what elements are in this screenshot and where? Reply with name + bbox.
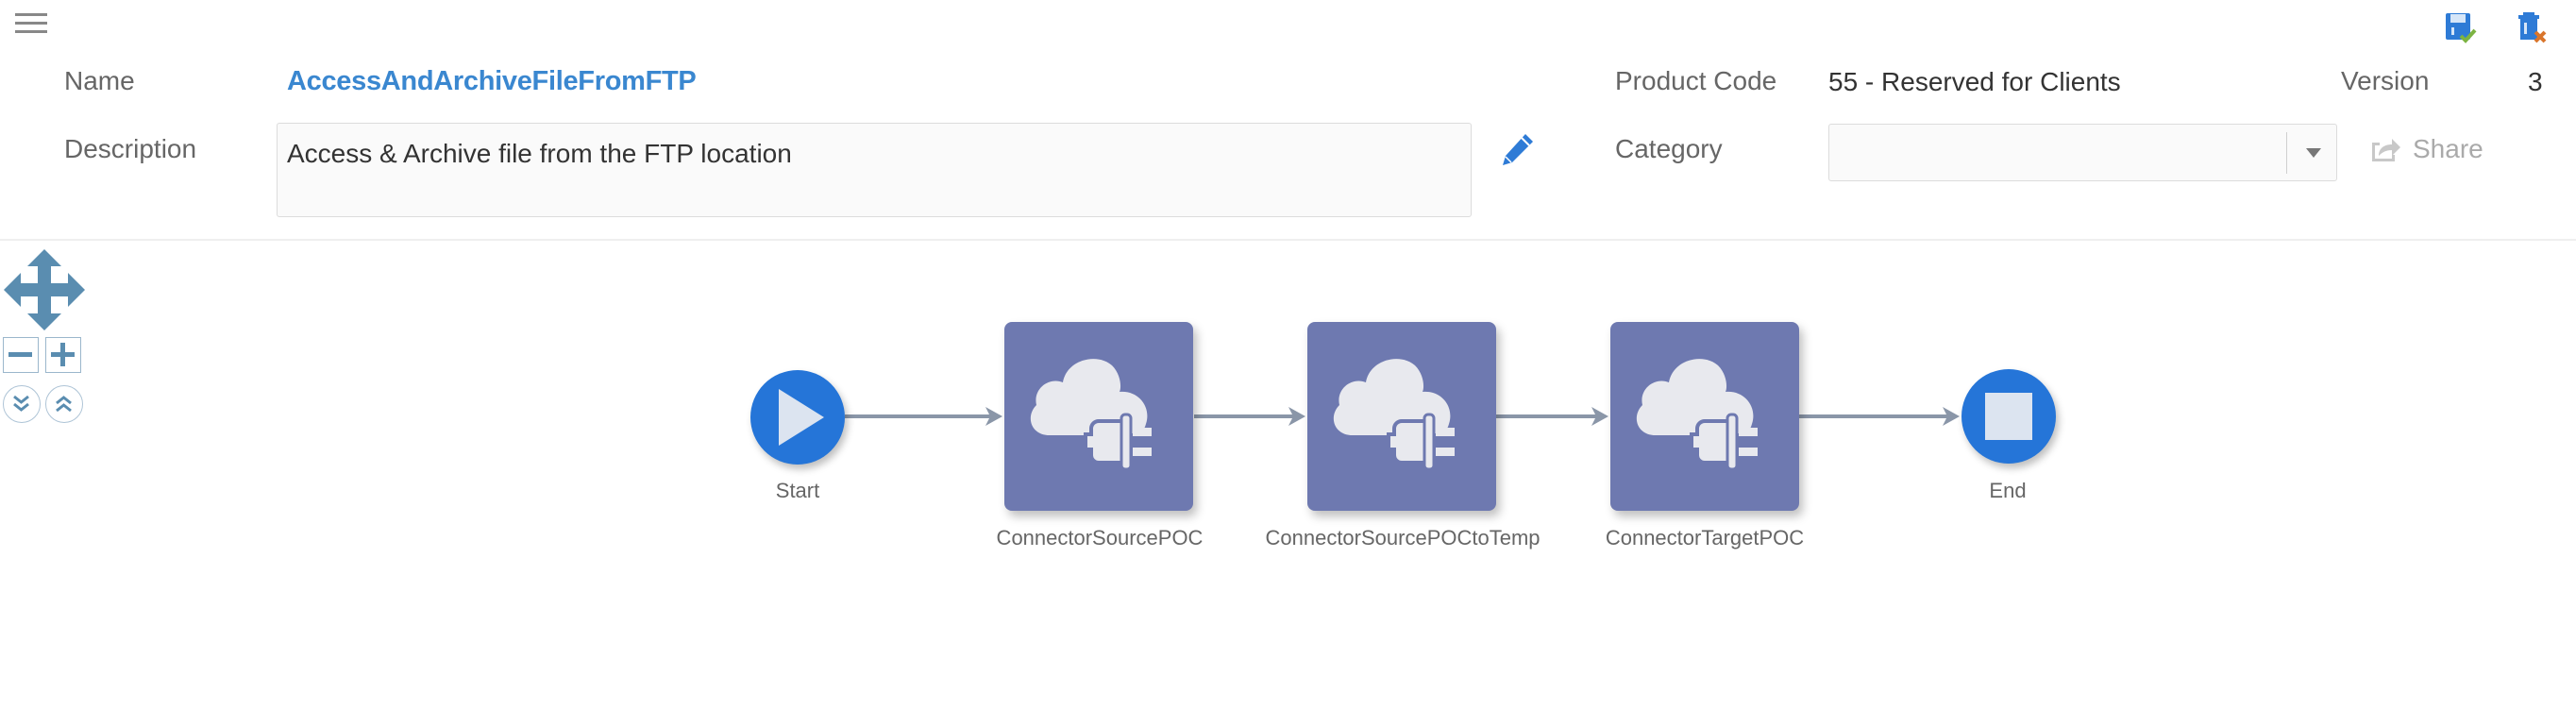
flow-connectors (845, 407, 1960, 426)
cloud-plug-icon (1331, 357, 1456, 471)
end-node-label: End (1989, 479, 2027, 502)
end-node[interactable] (1961, 369, 2056, 464)
stop-icon (1985, 393, 2032, 440)
start-node[interactable] (750, 370, 845, 465)
connector-node[interactable] (1307, 322, 1496, 511)
connector-node-label: ConnectorTargetPOC (1605, 526, 1805, 549)
connector-node[interactable] (1610, 322, 1799, 511)
connector-node-label: ConnectorSourcePOCtoTemp (1265, 526, 1541, 549)
cloud-plug-icon (1634, 357, 1759, 471)
connector-node[interactable] (1004, 322, 1193, 511)
play-icon (779, 389, 824, 446)
connector-node-label: ConnectorSourcePOC (996, 526, 1204, 549)
cloud-plug-icon (1028, 357, 1153, 471)
start-node-label: Start (775, 479, 820, 502)
